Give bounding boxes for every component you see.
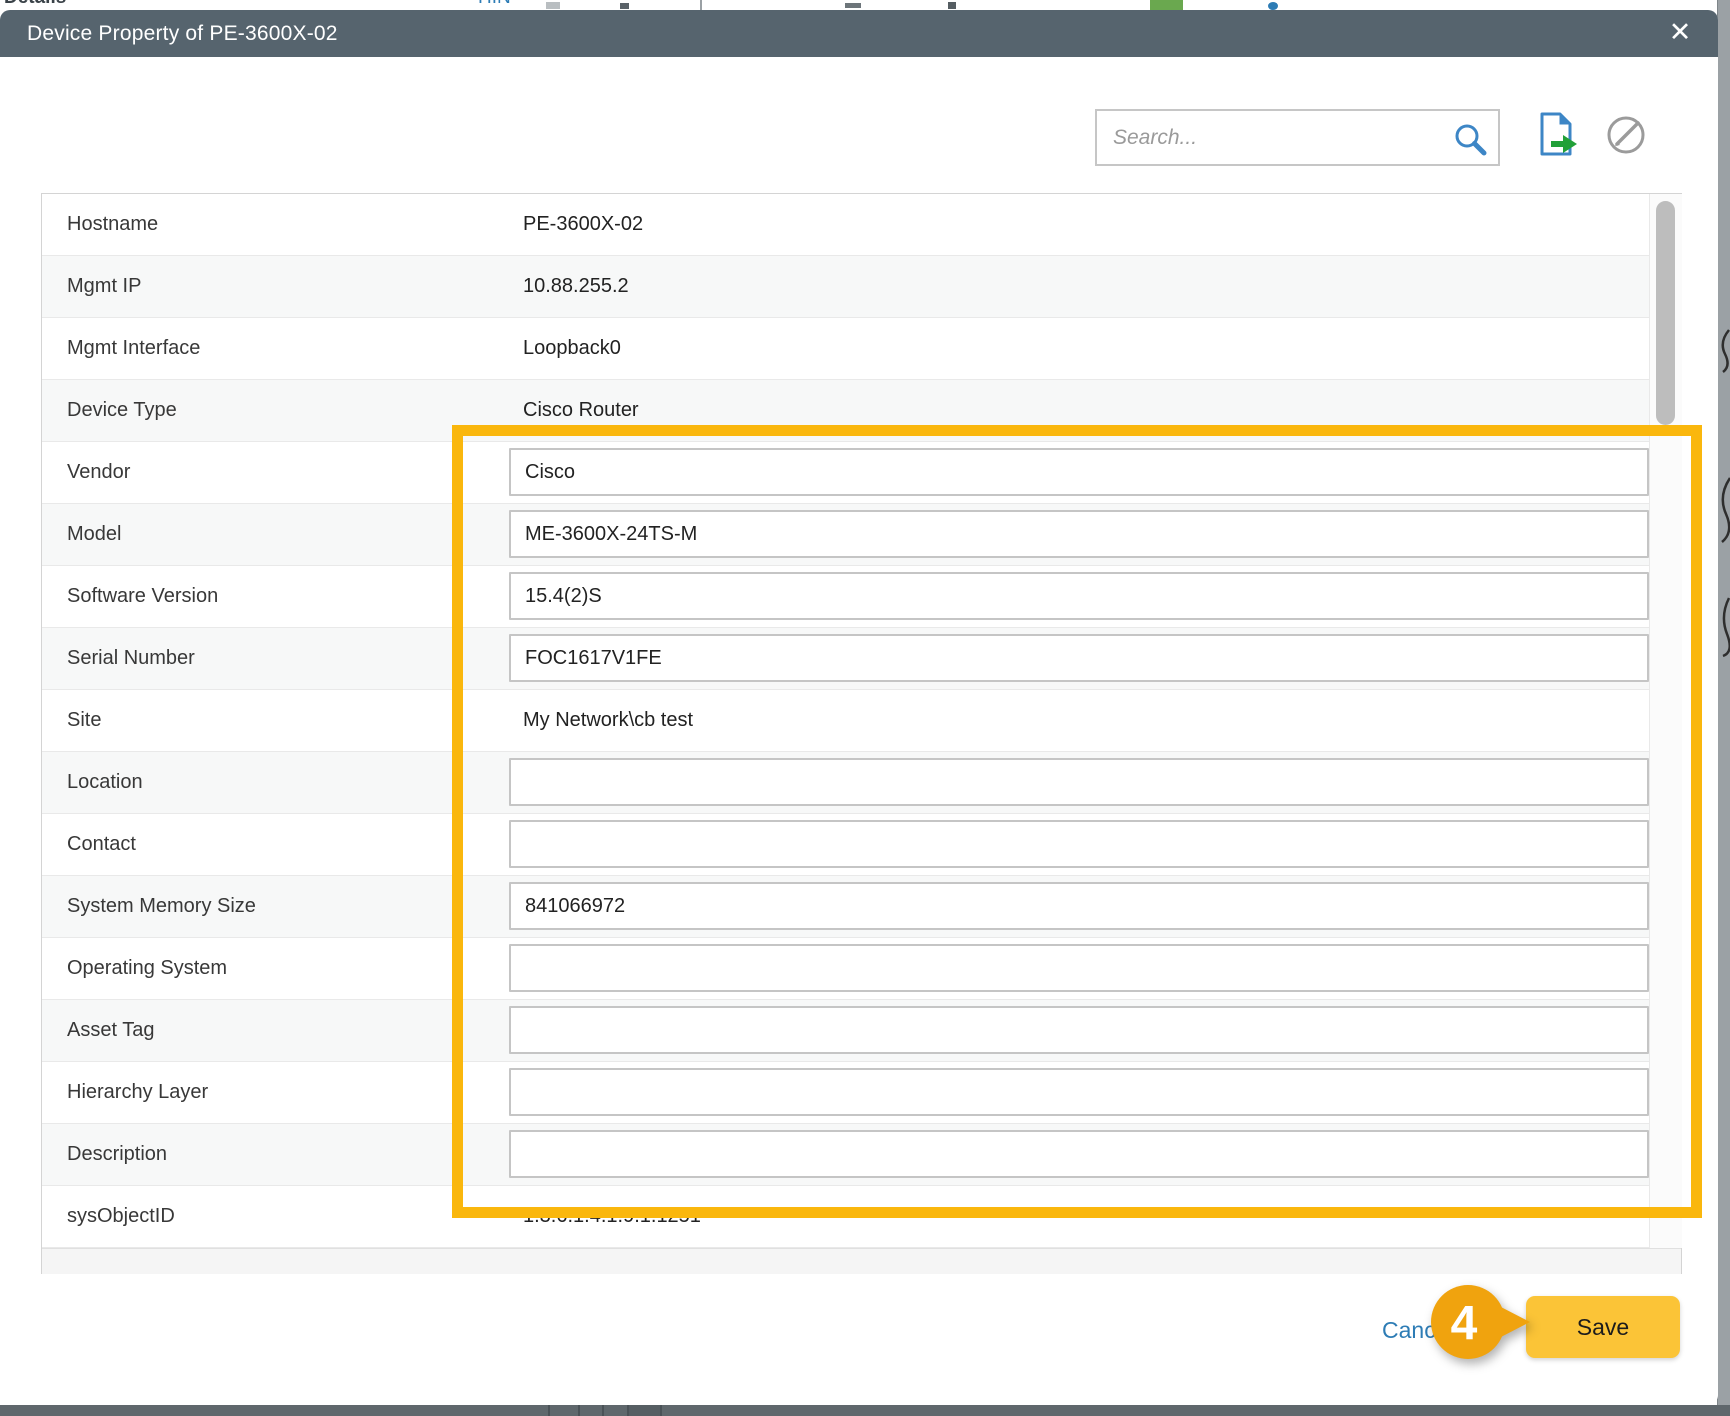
property-label: Mgmt Interface — [67, 318, 200, 379]
property-row: System Memory Size — [42, 876, 1681, 938]
property-value-input[interactable] — [509, 758, 1649, 806]
page-fragment — [578, 1405, 580, 1416]
property-row: Model — [42, 504, 1681, 566]
edit-circle-icon[interactable] — [1605, 113, 1649, 157]
device-property-dialog: Device Property of PE-3600X-02 ✕ Hostnam… — [0, 10, 1718, 1405]
property-label: Vendor — [67, 442, 130, 503]
property-value: Loopback0 — [523, 318, 621, 379]
property-value-input[interactable] — [509, 510, 1649, 558]
property-value-input[interactable] — [509, 820, 1649, 868]
vertical-scrollbar-track[interactable] — [1649, 194, 1682, 1248]
property-value-input[interactable] — [509, 1130, 1649, 1178]
page-fragment — [602, 1405, 604, 1416]
property-row: Location — [42, 752, 1681, 814]
page-fragment — [627, 1405, 660, 1416]
property-label: Location — [67, 752, 143, 813]
property-value-input[interactable] — [509, 572, 1649, 620]
property-label: Hostname — [67, 194, 158, 255]
property-label: sysObjectID — [67, 1186, 175, 1247]
property-value-input[interactable] — [509, 882, 1649, 930]
close-icon[interactable]: ✕ — [1662, 10, 1698, 57]
page-fragment — [660, 1405, 662, 1416]
property-value: PE-3600X-02 — [523, 194, 643, 255]
search-icon[interactable] — [1452, 122, 1488, 158]
property-row: Device Type Cisco Router — [42, 380, 1681, 442]
cancel-button[interactable]: Cancel — [1382, 1317, 1454, 1344]
property-row: sysObjectID 1.3.6.1.4.1.9.1.1251 — [42, 1186, 1681, 1248]
page-fragment — [627, 1405, 629, 1416]
page-fragment-green-square — [1150, 0, 1183, 10]
property-row: Site My Network\cb test — [42, 690, 1681, 752]
page-fragment-text: Details — [4, 0, 66, 9]
screenshot-root: Details HIN Device Property of PE-3600X-… — [0, 0, 1730, 1416]
underlying-page-top: Details HIN — [0, 0, 1718, 10]
property-value-input[interactable] — [509, 1068, 1649, 1116]
page-fragment — [546, 2, 560, 9]
property-label: Serial Number — [67, 628, 195, 689]
page-fragment-blue-dot — [1268, 2, 1278, 10]
property-row: Mgmt Interface Loopback0 — [42, 318, 1681, 380]
export-report-icon[interactable] — [1534, 110, 1580, 160]
page-fragment — [845, 3, 861, 8]
page-fragment — [700, 0, 702, 10]
property-value-input[interactable] — [509, 448, 1649, 496]
property-value: 10.88.255.2 — [523, 256, 629, 317]
property-row: Vendor — [42, 442, 1681, 504]
property-row: Hierarchy Layer — [42, 1062, 1681, 1124]
property-value-input[interactable] — [509, 634, 1649, 682]
page-fragment — [948, 2, 956, 9]
search-box — [1095, 109, 1500, 166]
property-value: My Network\cb test — [523, 690, 693, 751]
property-label: Model — [67, 504, 121, 565]
underlying-page-bottom — [0, 1405, 1730, 1416]
property-label: Asset Tag — [67, 1000, 154, 1061]
property-label: Device Type — [67, 380, 177, 441]
property-row: Operating System — [42, 938, 1681, 1000]
property-label: Hierarchy Layer — [67, 1062, 208, 1123]
horizontal-scrollbar-track[interactable] — [42, 1248, 1681, 1274]
property-row: Hostname PE-3600X-02 — [42, 194, 1681, 256]
dialog-title: Device Property of PE-3600X-02 — [27, 10, 338, 57]
property-row: Contact — [42, 814, 1681, 876]
annotation-scribble — [1717, 328, 1730, 658]
property-label: Contact — [67, 814, 136, 875]
property-row: Asset Tag — [42, 1000, 1681, 1062]
page-fragment — [620, 3, 629, 9]
property-label: Mgmt IP — [67, 256, 141, 317]
dialog-titlebar: Device Property of PE-3600X-02 ✕ — [0, 10, 1718, 57]
search-input[interactable] — [1111, 113, 1445, 163]
property-row: Description — [42, 1124, 1681, 1186]
page-fragment — [548, 1405, 550, 1416]
property-row: Mgmt IP 10.88.255.2 — [42, 256, 1681, 318]
vertical-scrollbar-thumb[interactable] — [1656, 201, 1675, 425]
property-row: Serial Number — [42, 628, 1681, 690]
property-label: Site — [67, 690, 101, 751]
property-table: HostnamePE-3600X-02Mgmt IP10.88.255.2Mgm… — [41, 193, 1682, 1274]
property-label: System Memory Size — [67, 876, 256, 937]
property-label: Operating System — [67, 938, 227, 999]
property-label: Software Version — [67, 566, 218, 627]
save-button[interactable]: Save — [1526, 1296, 1680, 1358]
property-row: Software Version — [42, 566, 1681, 628]
page-scrollbar-strip[interactable] — [1717, 0, 1730, 1416]
property-value: Cisco Router — [523, 380, 639, 441]
property-label: Description — [67, 1124, 167, 1185]
property-value: 1.3.6.1.4.1.9.1.1251 — [523, 1186, 701, 1247]
property-value-input[interactable] — [509, 944, 1649, 992]
property-value-input[interactable] — [509, 1006, 1649, 1054]
page-fragment: HIN — [478, 0, 511, 9]
